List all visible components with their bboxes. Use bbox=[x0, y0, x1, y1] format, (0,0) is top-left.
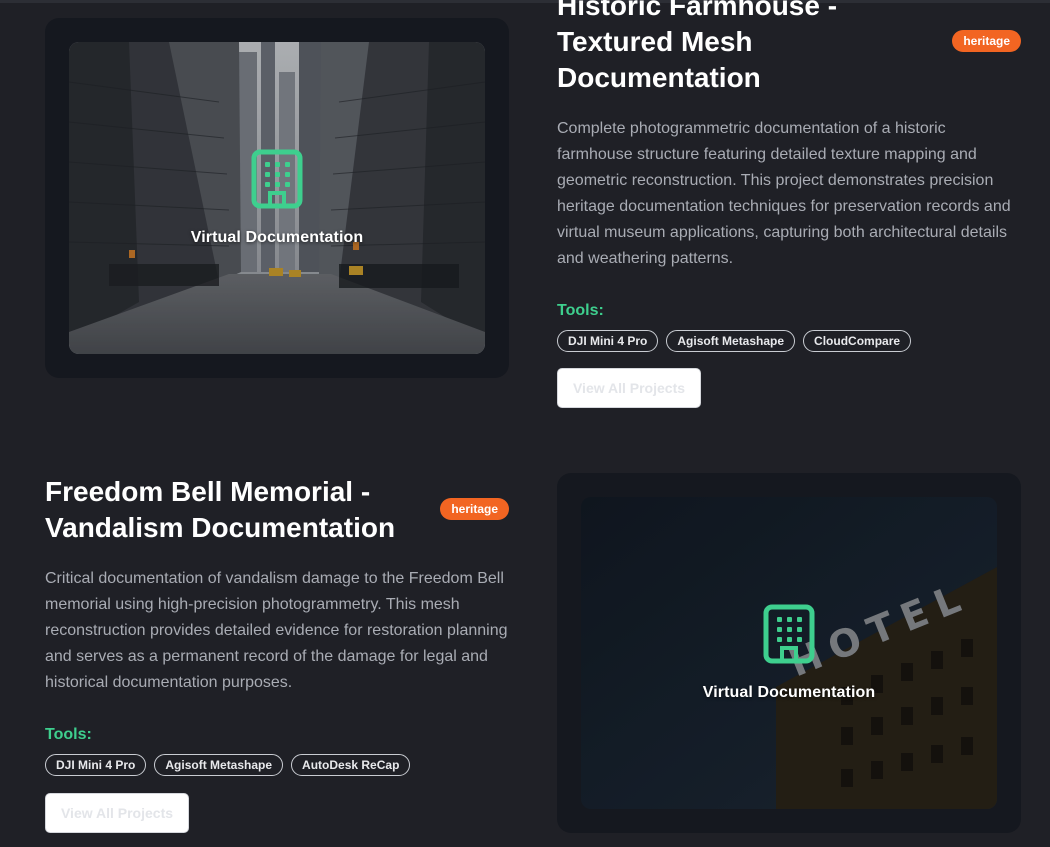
tool-chip: Agisoft Metashape bbox=[154, 754, 284, 776]
view-all-projects-button[interactable]: View All Projects bbox=[557, 368, 701, 408]
tool-chip: Agisoft Metashape bbox=[666, 330, 796, 352]
category-badge: heritage bbox=[952, 30, 1021, 52]
project-1-title-row: Historic Farmhouse - Textured Mesh Docum… bbox=[557, 0, 1021, 96]
tools-label: Tools: bbox=[45, 726, 92, 743]
tools-list: DJI Mini 4 Pro Agisoft Metashape CloudCo… bbox=[557, 330, 1021, 352]
project-2-hotel-image: HOTEL Virtual Documentation bbox=[581, 497, 997, 809]
project-description: Critical documentation of vandalism dama… bbox=[45, 570, 508, 691]
tools-label: Tools: bbox=[557, 302, 604, 319]
project-title: Historic Farmhouse - Textured Mesh Docum… bbox=[557, 0, 838, 93]
media-label: Virtual Documentation bbox=[702, 684, 876, 701]
project-2-media-overlay: Virtual Documentation bbox=[581, 497, 997, 809]
building-icon bbox=[251, 149, 303, 209]
building-icon bbox=[763, 604, 815, 664]
media-label: Virtual Documentation bbox=[190, 229, 364, 246]
tool-chip: DJI Mini 4 Pro bbox=[557, 330, 659, 352]
project-1-info: Historic Farmhouse - Textured Mesh Docum… bbox=[557, 0, 1021, 352]
tool-chip: AutoDesk ReCap bbox=[291, 754, 411, 776]
project-2-media-panel: HOTEL Virtual Documentation bbox=[557, 473, 1021, 833]
project-title: Freedom Bell Memorial - Vandalism Docume… bbox=[45, 476, 396, 543]
tool-chip: DJI Mini 4 Pro bbox=[45, 754, 147, 776]
project-2-info: Freedom Bell Memorial - Vandalism Docume… bbox=[45, 474, 509, 776]
project-1-media-panel: Virtual Documentation bbox=[45, 18, 509, 378]
project-1-city-street-image: Virtual Documentation bbox=[69, 42, 485, 354]
tools-list: DJI Mini 4 Pro Agisoft Metashape AutoDes… bbox=[45, 754, 509, 776]
project-2-title-row: Freedom Bell Memorial - Vandalism Docume… bbox=[45, 474, 509, 546]
tool-chip: CloudCompare bbox=[803, 330, 912, 352]
category-badge: heritage bbox=[440, 498, 509, 520]
view-all-projects-button[interactable]: View All Projects bbox=[45, 793, 189, 833]
project-1-media-overlay: Virtual Documentation bbox=[69, 42, 485, 354]
project-description: Complete photogrammetric documentation o… bbox=[557, 120, 1011, 267]
